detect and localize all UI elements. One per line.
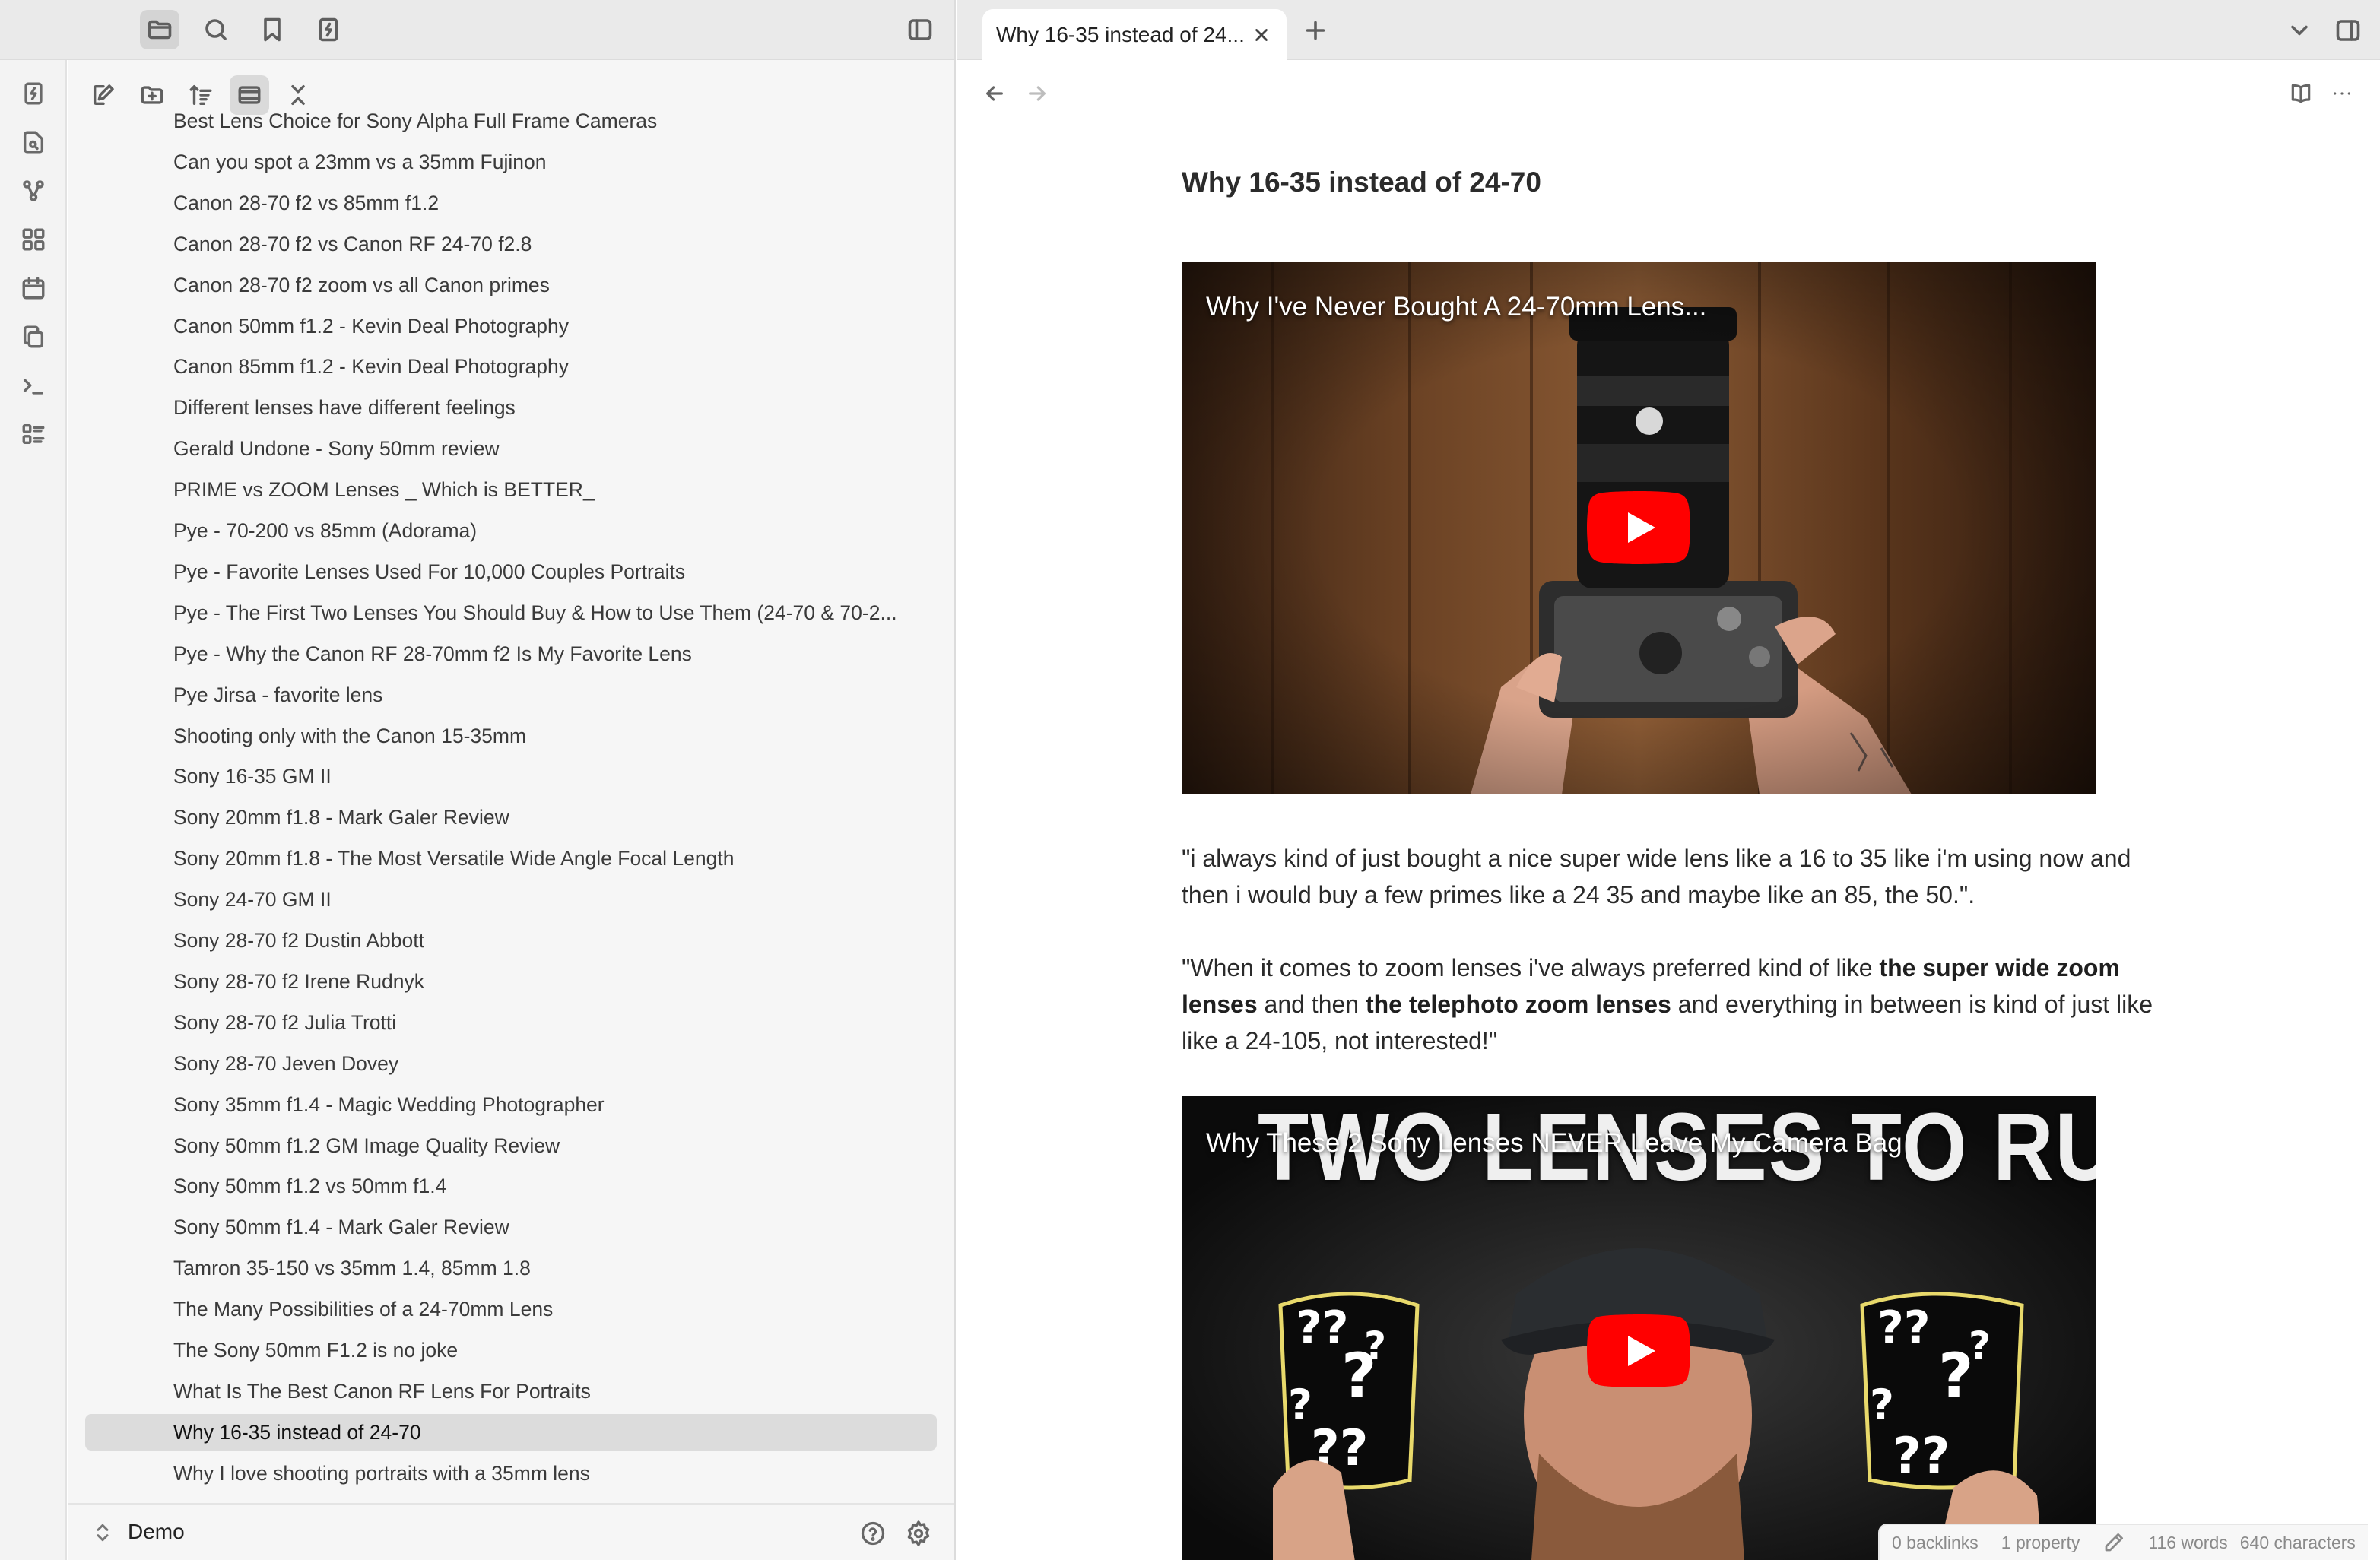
file-item[interactable]: Sony 16-35 GM II (85, 758, 937, 794)
youtube-embed-1[interactable]: Why I've Never Bought A 24-70mm Lens... (1182, 262, 2096, 794)
file-item[interactable]: Pye Jirsa - favorite lens (85, 677, 937, 713)
file-item[interactable]: Pye - Favorite Lenses Used For 10,000 Co… (85, 553, 937, 590)
youtube-play-icon[interactable] (1587, 1314, 1690, 1387)
pane-divider[interactable] (954, 0, 956, 1560)
file-item[interactable]: The Many Possibilities of a 24-70mm Lens (85, 1291, 937, 1327)
close-tab-icon[interactable] (1250, 24, 1273, 46)
graph-view-icon[interactable] (14, 171, 53, 211)
svg-text:??: ?? (1877, 1302, 1931, 1355)
status-bar: 0 backlinks 1 property 116 words 640 cha… (1878, 1524, 2368, 1560)
svg-text:?: ? (1288, 1381, 1312, 1429)
reading-view-icon[interactable] (2283, 75, 2319, 112)
file-item[interactable]: Canon 28-70 f2 zoom vs all Canon primes (85, 267, 937, 303)
youtube-embed-2[interactable]: ?? ? ? ?? ? ?? ? ? ?? ? TWO LENSES TO R … (1182, 1096, 2096, 1560)
file-item[interactable]: Pye - 70-200 vs 85mm (Adorama) (85, 512, 937, 549)
calendar-icon[interactable] (14, 268, 53, 308)
quote2-bold-2: the telephoto zoom lenses (1365, 991, 1671, 1018)
file-item[interactable]: Shooting only with the Canon 15-35mm (85, 718, 937, 754)
outline-list-icon[interactable] (14, 414, 53, 454)
left-title-bar (0, 0, 955, 60)
edit-mode-pencil-icon[interactable] (2102, 1531, 2125, 1554)
file-item[interactable]: Why I love shooting portraits with a 35m… (85, 1455, 937, 1492)
folder-icon[interactable] (140, 10, 179, 49)
file-item[interactable]: Different lenses have different feelings (85, 389, 937, 426)
file-item[interactable]: Sony 24-70 GM II (85, 881, 937, 918)
file-item[interactable]: Can you spot a 23mm vs a 35mm Fujinon (85, 144, 937, 180)
file-item[interactable]: Sony 50mm f1.2 GM Image Quality Review (85, 1127, 937, 1164)
tab-title: Why 16-35 instead of 24... (996, 23, 1245, 46)
file-item[interactable]: Sony 50mm f1.4 - Mark Galer Review (85, 1209, 937, 1245)
quote-paragraph-2: "When it comes to zoom lenses i've alway… (1182, 950, 2163, 1059)
file-tree: Best Lens Choice for Sony Alpha Full Fra… (68, 112, 954, 1503)
help-icon[interactable] (856, 1517, 890, 1550)
daily-note-icon[interactable] (14, 74, 53, 113)
backlinks-count[interactable]: 0 backlinks (1892, 1533, 1979, 1553)
settings-gear-icon[interactable] (902, 1517, 935, 1550)
ribbon (0, 60, 67, 1560)
file-item[interactable]: Pye - Why the Canon RF 28-70mm f2 Is My … (85, 636, 937, 672)
vault-switcher-bar: Demo (68, 1503, 954, 1560)
auto-reveal-icon[interactable] (230, 75, 269, 115)
file-item[interactable]: Sony 28-70 f2 Dustin Abbott (85, 922, 937, 959)
file-item[interactable]: Best Lens Choice for Sony Alpha Full Fra… (85, 112, 937, 139)
tab-active-note[interactable]: Why 16-35 instead of 24... (982, 9, 1287, 61)
forward-arrow-icon[interactable] (1019, 75, 1055, 112)
quote2-text-2: and then (1257, 991, 1366, 1018)
file-item[interactable]: Canon 28-70 f2 vs Canon RF 24-70 f2.8 (85, 226, 937, 262)
new-note-icon[interactable] (84, 75, 123, 115)
file-item[interactable]: Sony 28-70 f2 Irene Rudnyk (85, 963, 937, 1000)
sidebar-toggle-left-icon[interactable] (900, 10, 940, 49)
file-item[interactable]: Canon 28-70 f2 vs 85mm f1.2 (85, 185, 937, 221)
file-item[interactable]: Why 16-35 instead of 24-70 (85, 1413, 937, 1451)
svg-text:?: ? (1969, 1324, 1991, 1368)
sidebar-toggle-right-icon[interactable] (2328, 11, 2368, 50)
svg-text:??: ?? (1893, 1428, 1950, 1485)
new-tab-icon[interactable] (1296, 11, 1335, 50)
file-item[interactable]: Pye - The First Two Lenses You Should Bu… (85, 595, 937, 631)
properties-count[interactable]: 1 property (2001, 1533, 2080, 1553)
file-item[interactable]: The Sony 50mm F1.2 is no joke (85, 1332, 937, 1368)
note-title: Why 16-35 instead of 24-70 (1182, 166, 1541, 198)
chevron-updown-icon[interactable] (91, 1520, 114, 1546)
collapse-all-icon[interactable] (278, 75, 318, 115)
file-search-icon[interactable] (14, 122, 53, 162)
video-title-1: Why I've Never Bought A 24-70mm Lens... (1206, 292, 1707, 322)
video-title-2: Why These 2 Sony Lenses NEVER Leave My C… (1206, 1128, 1902, 1158)
file-item[interactable]: Sony 28-70 Jeven Dovey (85, 1045, 937, 1082)
templates-icon[interactable] (14, 317, 53, 357)
quick-note-icon[interactable] (309, 10, 348, 49)
character-count: 640 characters (2239, 1532, 2356, 1552)
file-item[interactable]: Tamron 35-150 vs 35mm 1.4, 85mm 1.8 (85, 1250, 937, 1286)
file-item[interactable]: Sony 20mm f1.8 - Mark Galer Review (85, 799, 937, 835)
file-item[interactable]: Sony 28-70 f2 Julia Trotti (85, 1004, 937, 1041)
file-item[interactable]: Canon 85mm f1.2 - Kevin Deal Photography (85, 348, 937, 385)
more-options-icon[interactable] (2324, 75, 2360, 112)
back-arrow-icon[interactable] (976, 75, 1013, 112)
quote2-text-1: "When it comes to zoom lenses i've alway… (1182, 954, 1880, 981)
terminal-icon[interactable] (14, 366, 53, 405)
file-item[interactable]: Canon 50mm f1.2 - Kevin Deal Photography (85, 308, 937, 344)
file-item[interactable]: Gerald Undone - Sony 50mm review (85, 430, 937, 467)
canvas-icon[interactable] (14, 220, 53, 259)
sort-icon[interactable] (181, 75, 221, 115)
file-item[interactable]: Sony 20mm f1.8 - The Most Versatile Wide… (85, 840, 937, 877)
svg-text:?: ? (1870, 1381, 1894, 1429)
file-item[interactable]: PRIME vs ZOOM Lenses _ Which is BETTER_ (85, 471, 937, 508)
new-folder-icon[interactable] (132, 75, 172, 115)
word-count: 116 words (2148, 1532, 2228, 1552)
bookmark-icon[interactable] (252, 10, 292, 49)
tab-list-chevron-icon[interactable] (2280, 11, 2319, 50)
svg-text:?: ? (1364, 1324, 1386, 1368)
file-item[interactable]: Sony 50mm f1.2 vs 50mm f1.4 (85, 1168, 937, 1204)
search-icon[interactable] (196, 10, 236, 49)
vault-name[interactable]: Demo (128, 1520, 185, 1544)
youtube-play-icon[interactable] (1587, 491, 1690, 564)
file-explorer: Best Lens Choice for Sony Alpha Full Fra… (68, 60, 954, 1560)
quote-paragraph-1: "i always kind of just bought a nice sup… (1182, 845, 2131, 908)
file-item[interactable]: What Is The Best Canon RF Lens For Portr… (85, 1373, 937, 1409)
file-item[interactable]: Sony 35mm f1.4 - Magic Wedding Photograp… (85, 1086, 937, 1123)
editor-pane: Why 16-35 instead of 24-70 Why I've Neve… (957, 62, 2380, 1560)
